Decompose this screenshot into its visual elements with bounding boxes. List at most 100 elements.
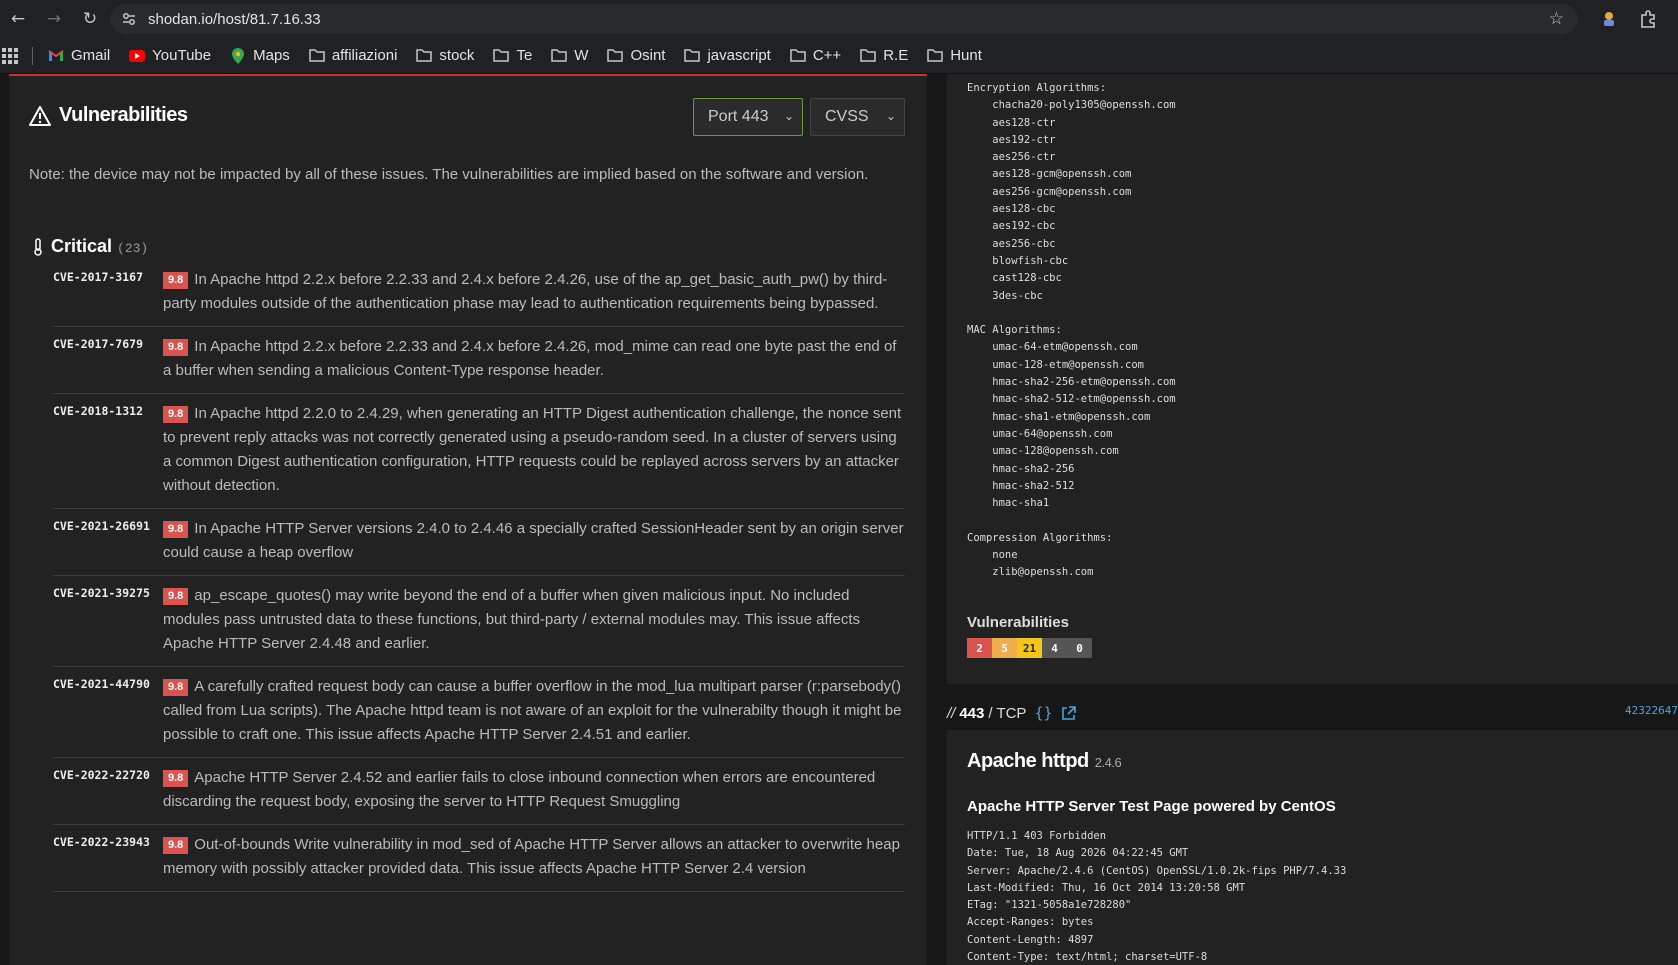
mac-algorithm: umac-64@openssh.com bbox=[967, 427, 1113, 440]
url-text[interactable]: shodan.io/host/81.7.16.33 bbox=[148, 11, 321, 28]
extension-icon[interactable] bbox=[1600, 10, 1618, 28]
http-header-line: Content-Length: 4897 bbox=[967, 933, 1094, 946]
chevron-down-icon: ⌄ bbox=[885, 109, 896, 123]
cve-text: In Apache httpd 2.2.x before 2.2.33 and … bbox=[163, 271, 888, 312]
site-settings-icon[interactable] bbox=[114, 4, 144, 34]
enc-algorithm: cast128-cbc bbox=[967, 272, 1062, 285]
mac-algorithm: hmac-sha2-256 bbox=[967, 462, 1075, 475]
cve-text: A carefully crafted request body can cau… bbox=[163, 678, 902, 743]
bookmark-folder-hunt[interactable]: Hunt bbox=[926, 47, 982, 65]
cvss-score-badge: 9.8 bbox=[163, 406, 189, 423]
cve-id-link[interactable]: CVE-2021-44790 bbox=[53, 675, 163, 747]
cve-id-link[interactable]: CVE-2021-39275 bbox=[53, 584, 163, 656]
bookmark-youtube[interactable]: YouTube bbox=[128, 47, 211, 65]
mac-algorithm: hmac-sha2-512-etm@openssh.com bbox=[967, 393, 1176, 406]
severity-count: 21 bbox=[1017, 638, 1042, 658]
vulnerabilities-header: Vulnerabilities bbox=[29, 104, 188, 127]
comp-algorithm: zlib@openssh.com bbox=[967, 566, 1094, 579]
external-link-icon[interactable] bbox=[1061, 705, 1076, 721]
bookmark-maps[interactable]: Maps bbox=[229, 47, 290, 65]
enc-algorithm: aes256-ctr bbox=[967, 151, 1056, 164]
cve-description: 9.8 Out-of-bounds Write vulnerability in … bbox=[163, 833, 905, 881]
cve-id-link[interactable]: CVE-2022-22720 bbox=[53, 766, 163, 814]
enc-algorithm: aes128-ctr bbox=[967, 116, 1056, 129]
product-version: 2.4.6 bbox=[1094, 755, 1122, 770]
ssh-vulnerabilities-title: Vulnerabilities bbox=[967, 614, 1069, 631]
cve-row: CVE-2021-39275 9.8 ap_escape_quotes() may… bbox=[53, 576, 905, 667]
bookmark-folder-re[interactable]: R.E bbox=[859, 47, 908, 65]
port-slashes: // bbox=[947, 704, 956, 722]
cve-row: CVE-2018-1312 9.8 In Apache httpd 2.2.0 t… bbox=[53, 394, 905, 509]
cvss-score-badge: 9.8 bbox=[163, 272, 189, 289]
enc-algorithm: aes256-cbc bbox=[967, 237, 1056, 250]
cve-description: 9.8 A carefully crafted request body can … bbox=[163, 675, 905, 747]
comp-algorithm-list: none zlib@openssh.com bbox=[967, 547, 1176, 582]
json-braces-icon[interactable]: {} bbox=[1034, 704, 1052, 722]
enc-algorithm: aes128-gcm@openssh.com bbox=[967, 168, 1132, 181]
critical-count: (23) bbox=[117, 241, 149, 256]
folder-icon bbox=[308, 47, 326, 65]
enc-algorithm-list: chacha20-poly1305@openssh.com aes128-ctr… bbox=[967, 97, 1176, 305]
cve-id-link[interactable]: CVE-2017-7679 bbox=[53, 335, 163, 383]
bookmark-folder-osint[interactable]: Osint bbox=[606, 47, 665, 65]
http-header-line: Content-Type: text/html; charset=UTF-8 bbox=[967, 951, 1208, 964]
mac-algorithm: hmac-sha1 bbox=[967, 497, 1050, 510]
thermometer-icon bbox=[34, 237, 42, 256]
http-header-line: Accept-Ranges: bytes bbox=[967, 916, 1094, 929]
bookmark-folder-stock[interactable]: stock bbox=[415, 47, 474, 65]
cve-text: In Apache httpd 2.2.0 to 2.4.29, when ge… bbox=[163, 405, 902, 494]
bookmark-label: R.E bbox=[883, 47, 909, 64]
cve-id-link[interactable]: CVE-2021-26691 bbox=[53, 517, 163, 565]
forward-button[interactable]: → bbox=[36, 0, 72, 38]
mac-algorithm: hmac-sha2-512 bbox=[967, 479, 1075, 492]
bookmark-folder-w[interactable]: W bbox=[550, 47, 588, 65]
enc-algorithm: aes192-ctr bbox=[967, 133, 1056, 146]
bookmarks-separator bbox=[32, 46, 33, 65]
bookmark-gmail[interactable]: Gmail bbox=[47, 47, 110, 65]
cve-text: Out-of-bounds Write vulnerability in mod… bbox=[163, 836, 900, 877]
enc-algorithm: chacha20-poly1305@openssh.com bbox=[967, 99, 1176, 112]
cve-id-link[interactable]: CVE-2018-1312 bbox=[53, 402, 163, 498]
severity-count: 4 bbox=[1042, 638, 1067, 658]
bookmark-folder-cpp[interactable]: C++ bbox=[789, 47, 841, 65]
warning-icon bbox=[29, 105, 51, 126]
cve-id-link[interactable]: CVE-2017-3167 bbox=[53, 268, 163, 316]
cve-id-link[interactable]: CVE-2022-23943 bbox=[53, 833, 163, 881]
browser-toolbar: ← → ↻ shodan.io/host/81.7.16.33 ☆ bbox=[0, 0, 1678, 38]
port-select[interactable]: Port 443 ⌄ bbox=[693, 98, 803, 136]
folder-icon bbox=[415, 47, 433, 65]
back-button[interactable]: ← bbox=[0, 0, 36, 38]
mac-algorithm-list: umac-64-etm@openssh.com umac-128-etm@ope… bbox=[967, 339, 1176, 512]
cve-description: 9.8 In Apache HTTP Server versions 2.4.0 … bbox=[163, 517, 905, 565]
address-bar[interactable]: shodan.io/host/81.7.16.33 ☆ bbox=[110, 4, 1578, 34]
http-page-title: Apache HTTP Server Test Page powered by … bbox=[967, 798, 1336, 815]
mac-algorithm: umac-128-etm@openssh.com bbox=[967, 358, 1145, 371]
bookmark-folder-javascript[interactable]: javascript bbox=[683, 47, 771, 65]
bookmark-label: javascript bbox=[707, 47, 771, 64]
critical-title: Critical bbox=[51, 236, 113, 256]
folder-icon bbox=[926, 47, 944, 65]
reload-button[interactable]: ↻ bbox=[72, 0, 108, 38]
ssh-service-panel: Encryption Algorithms: chacha20-poly1305… bbox=[947, 74, 1678, 684]
cvss-score-badge: 9.8 bbox=[163, 588, 189, 605]
apps-grid-icon[interactable] bbox=[2, 47, 18, 64]
vulnerabilities-title: Vulnerabilities bbox=[59, 104, 188, 126]
extensions-puzzle-icon[interactable] bbox=[1638, 9, 1658, 29]
enc-header: Encryption Algorithms: bbox=[967, 82, 1107, 94]
banner-hash[interactable]: 42322647 bbox=[1625, 704, 1678, 717]
cvss-score-badge: 9.8 bbox=[163, 679, 189, 696]
cvss-score-badge: 9.8 bbox=[163, 521, 189, 538]
severity-count: 2 bbox=[967, 638, 992, 658]
bookmark-folder-te[interactable]: Te bbox=[492, 47, 532, 65]
sort-select[interactable]: CVSS ⌄ bbox=[810, 98, 905, 136]
bookmark-star-icon[interactable]: ☆ bbox=[1549, 9, 1564, 29]
port-protocol: / TCP bbox=[988, 704, 1027, 722]
enc-algorithm: aes128-cbc bbox=[967, 203, 1056, 216]
cve-description: 9.8 Apache HTTP Server 2.4.52 and earlier… bbox=[163, 766, 905, 814]
sort-select-value: CVSS bbox=[825, 108, 869, 125]
bookmark-label: Te bbox=[516, 47, 533, 64]
cve-list: CVE-2017-3167 9.8 In Apache httpd 2.2.x b… bbox=[53, 260, 905, 892]
mac-algorithm: hmac-sha2-256-etm@openssh.com bbox=[967, 376, 1176, 389]
comp-header: Compression Algorithms: bbox=[967, 531, 1113, 544]
bookmark-folder-affiliazioni[interactable]: affiliazioni bbox=[308, 47, 397, 65]
